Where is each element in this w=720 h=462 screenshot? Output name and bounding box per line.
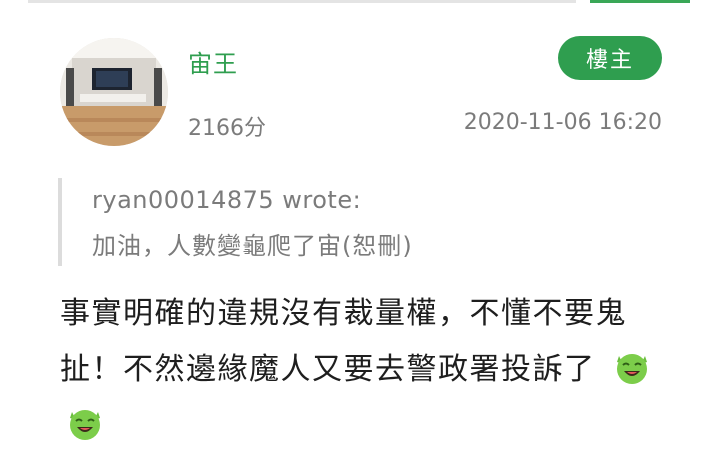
green-devil-laughing-emoji	[613, 348, 651, 386]
post-timestamp: 2020-11-06 16:20	[463, 110, 662, 135]
thread-starter-badge: 樓主	[558, 36, 662, 80]
green-devil-laughing-emoji	[66, 404, 104, 442]
top-active-tab-indicator	[590, 0, 690, 3]
top-divider	[28, 0, 576, 3]
post-body-text: 事實明確的違規沒有裁量權，不懂不要鬼扯！不然邊緣魔人又要去警政署投訴了	[60, 296, 627, 387]
quote-block: ryan00014875 wrote: 加油，人數變龜爬了宙(恕刪)	[58, 178, 622, 266]
username-link[interactable]: 宙王	[188, 44, 238, 79]
quote-author: ryan00014875 wrote:	[92, 186, 362, 214]
quote-text: 加油，人數變龜爬了宙(恕刪)	[92, 232, 413, 260]
user-avatar[interactable]	[60, 38, 168, 146]
user-score: 2166分	[188, 116, 266, 141]
post-body: 事實明確的違規沒有裁量權，不懂不要鬼扯！不然邊緣魔人又要去警政署投訴了	[60, 286, 660, 454]
living-room-photo	[60, 38, 168, 146]
